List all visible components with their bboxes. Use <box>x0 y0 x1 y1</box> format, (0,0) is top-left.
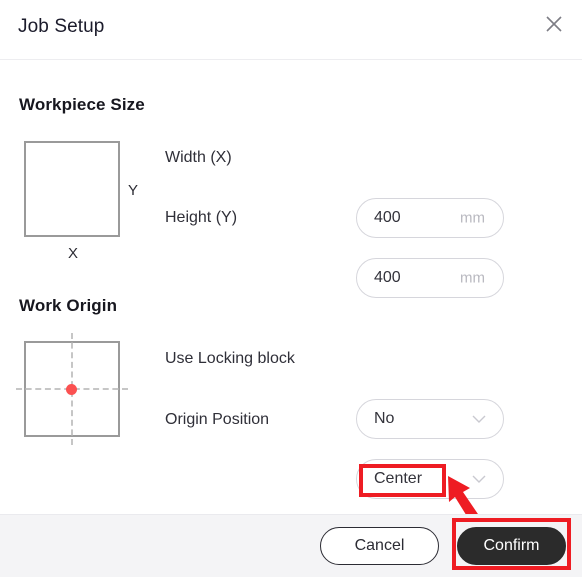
close-button[interactable] <box>540 10 568 38</box>
section-title-work-origin: Work Origin <box>19 296 118 315</box>
section-title-workpiece-size: Workpiece Size <box>19 95 145 114</box>
chevron-down-icon <box>471 474 487 484</box>
page-title: Job Setup <box>18 16 105 37</box>
confirm-button[interactable]: Confirm <box>457 527 566 565</box>
width-input[interactable]: 400 mm <box>356 198 504 238</box>
height-input[interactable]: 400 mm <box>356 258 504 298</box>
cancel-button[interactable]: Cancel <box>320 527 439 565</box>
use-locking-block-dropdown[interactable]: No <box>356 399 504 439</box>
origin-position-label: Origin Position <box>165 411 270 428</box>
origin-position-value: Center <box>374 470 423 487</box>
dialog-header: Job Setup <box>0 0 582 60</box>
dialog-footer: Cancel Confirm <box>0 514 582 577</box>
use-locking-block-value: No <box>374 410 395 427</box>
width-unit: mm <box>460 209 485 227</box>
job-setup-dialog: Job Setup Workpiece Size Y X Width (X) 4… <box>0 0 582 577</box>
close-icon <box>545 15 563 33</box>
height-unit: mm <box>460 269 485 287</box>
origin-point-marker <box>66 384 77 395</box>
height-label: Height (Y) <box>165 209 238 226</box>
use-locking-block-label: Use Locking block <box>165 350 295 367</box>
workpiece-x-axis-label: X <box>68 245 79 262</box>
width-label: Width (X) <box>165 149 232 166</box>
workpiece-diagram <box>24 141 120 237</box>
width-value: 400 <box>374 209 401 226</box>
dialog-body: Workpiece Size Y X Width (X) 400 mm Heig… <box>0 60 582 526</box>
workpiece-y-axis-label: Y <box>128 182 139 199</box>
chevron-down-icon <box>471 414 487 424</box>
origin-position-dropdown[interactable]: Center <box>356 459 504 499</box>
height-value: 400 <box>374 269 401 286</box>
